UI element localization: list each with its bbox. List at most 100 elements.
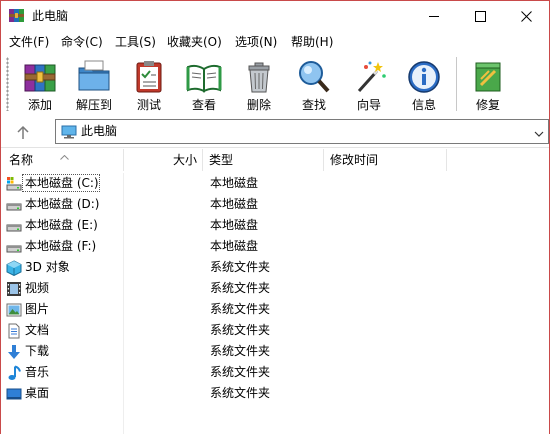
test-clipboard-icon xyxy=(136,61,162,93)
toolbar-grip[interactable] xyxy=(6,57,9,111)
item-name: 图片 xyxy=(25,302,50,316)
magic-wand-icon xyxy=(357,61,386,93)
menu-options[interactable]: 选项(N) xyxy=(235,34,277,50)
find-button[interactable]: 查找 xyxy=(287,57,341,113)
item-name: 桌面 xyxy=(25,386,50,400)
find-label: 查找 xyxy=(301,98,326,112)
pane-divider xyxy=(1,147,549,148)
list-item[interactable]: 音乐 系统文件夹 xyxy=(1,362,549,383)
list-item[interactable]: 图片 系统文件夹 xyxy=(1,299,549,320)
close-button[interactable] xyxy=(503,1,549,31)
videos-icon xyxy=(7,282,21,296)
drive-icon xyxy=(6,224,22,232)
winrar-window: 此电脑 文件(F) 命令(C) 工具(S) 收藏夹(O) 选项(N) 帮助(H) xyxy=(0,0,550,434)
drive-icon xyxy=(6,245,22,253)
item-type: 系统文件夹 xyxy=(210,281,271,295)
wizard-button[interactable]: 向导 xyxy=(342,57,396,113)
item-type: 系统文件夹 xyxy=(210,344,271,358)
repair-label: 修复 xyxy=(475,98,500,112)
close-icon xyxy=(520,10,532,22)
item-name: 文档 xyxy=(25,323,50,337)
repair-box-icon xyxy=(475,62,501,92)
delete-label: 删除 xyxy=(246,98,271,112)
downloads-icon xyxy=(8,345,20,359)
chevron-down-icon xyxy=(534,131,544,137)
menu-tools[interactable]: 工具(S) xyxy=(115,34,156,50)
list-item[interactable]: 文档 系统文件夹 xyxy=(1,320,549,341)
menu-bar: 文件(F) 命令(C) 工具(S) 收藏夹(O) 选项(N) 帮助(H) xyxy=(1,32,549,52)
computer-icon xyxy=(61,125,77,139)
list-item[interactable]: 本地磁盘 (D:) 本地磁盘 xyxy=(1,194,549,215)
column-header-size[interactable]: 大小 xyxy=(124,149,203,171)
winrar-app-icon xyxy=(8,7,25,24)
pictures-icon xyxy=(6,303,22,317)
minimize-button[interactable] xyxy=(411,1,457,31)
item-type: 系统文件夹 xyxy=(210,260,271,274)
list-item[interactable]: 3D 对象 系统文件夹 xyxy=(1,257,549,278)
add-label: 添加 xyxy=(27,98,52,112)
maximize-button[interactable] xyxy=(457,1,503,31)
list-item[interactable]: 下载 系统文件夹 xyxy=(1,341,549,362)
test-label: 测试 xyxy=(136,98,161,112)
system-drive-icon xyxy=(6,177,22,191)
repair-button[interactable]: 修复 xyxy=(461,57,515,113)
toolbar: 添加 解压到 测试 查看 删除 查找 向导 信息 修复 xyxy=(1,53,549,115)
menu-help[interactable]: 帮助(H) xyxy=(291,34,333,50)
item-name: 本地磁盘 (C:) xyxy=(25,176,99,190)
item-name: 本地磁盘 (F:) xyxy=(25,239,97,253)
column-header-type[interactable]: 类型 xyxy=(203,149,324,171)
info-icon xyxy=(408,61,440,93)
item-name: 本地磁盘 (D:) xyxy=(25,197,100,211)
item-type: 系统文件夹 xyxy=(210,365,271,379)
address-row: 此电脑 xyxy=(1,117,549,147)
address-dropdown-button[interactable] xyxy=(534,127,544,141)
info-label: 信息 xyxy=(411,98,436,112)
3d-objects-icon xyxy=(6,260,22,276)
music-icon xyxy=(8,365,21,380)
maximize-icon xyxy=(474,10,486,22)
item-name: 本地磁盘 (E:) xyxy=(25,218,98,232)
extract-folder-icon xyxy=(78,60,110,91)
file-list[interactable]: 本地磁盘 (C:) 本地磁盘 本地磁盘 (D:) 本地磁盘 本地磁盘 (E:) … xyxy=(1,173,549,434)
list-item[interactable]: 本地磁盘 (C:) 本地磁盘 xyxy=(1,173,549,194)
trash-icon xyxy=(248,62,270,93)
item-name: 视频 xyxy=(25,281,50,295)
add-button[interactable]: 添加 xyxy=(13,57,67,113)
column-header-name[interactable]: 名称 xyxy=(1,149,124,171)
item-type: 系统文件夹 xyxy=(210,302,271,316)
list-item[interactable]: 本地磁盘 (F:) 本地磁盘 xyxy=(1,236,549,257)
menu-file[interactable]: 文件(F) xyxy=(9,34,49,50)
drive-icon xyxy=(6,203,22,211)
item-type: 本地磁盘 xyxy=(210,176,259,190)
list-item[interactable]: 桌面 系统文件夹 xyxy=(1,383,549,404)
title-bar[interactable]: 此电脑 xyxy=(1,1,549,31)
item-name: 音乐 xyxy=(25,365,50,379)
wizard-label: 向导 xyxy=(356,98,381,112)
view-book-icon xyxy=(186,64,222,93)
item-type: 本地磁盘 xyxy=(210,197,259,211)
menu-command[interactable]: 命令(C) xyxy=(61,34,103,50)
item-name: 3D 对象 xyxy=(25,260,70,274)
up-arrow-icon xyxy=(17,125,29,139)
item-type: 系统文件夹 xyxy=(210,386,271,400)
item-type: 本地磁盘 xyxy=(210,239,259,253)
minimize-icon xyxy=(428,15,439,17)
delete-button[interactable]: 删除 xyxy=(232,57,286,113)
view-button[interactable]: 查看 xyxy=(177,57,231,113)
address-bar[interactable]: 此电脑 xyxy=(55,119,549,144)
extract-to-button[interactable]: 解压到 xyxy=(67,57,121,113)
up-folder-button[interactable] xyxy=(13,123,33,143)
add-archive-icon xyxy=(24,64,56,92)
magnifier-icon xyxy=(299,61,330,93)
list-item[interactable]: 视频 系统文件夹 xyxy=(1,278,549,299)
extract-to-label: 解压到 xyxy=(75,98,112,112)
column-header-row: 名称 大小 类型 修改时间 xyxy=(1,149,549,171)
test-button[interactable]: 测试 xyxy=(122,57,176,113)
menu-favorites[interactable]: 收藏夹(O) xyxy=(167,34,222,50)
item-type: 系统文件夹 xyxy=(210,323,271,337)
window-title: 此电脑 xyxy=(32,9,69,23)
list-item[interactable]: 本地磁盘 (E:) 本地磁盘 xyxy=(1,215,549,236)
toolbar-separator xyxy=(456,57,457,111)
info-button[interactable]: 信息 xyxy=(397,57,451,113)
column-header-modified[interactable]: 修改时间 xyxy=(324,149,447,171)
